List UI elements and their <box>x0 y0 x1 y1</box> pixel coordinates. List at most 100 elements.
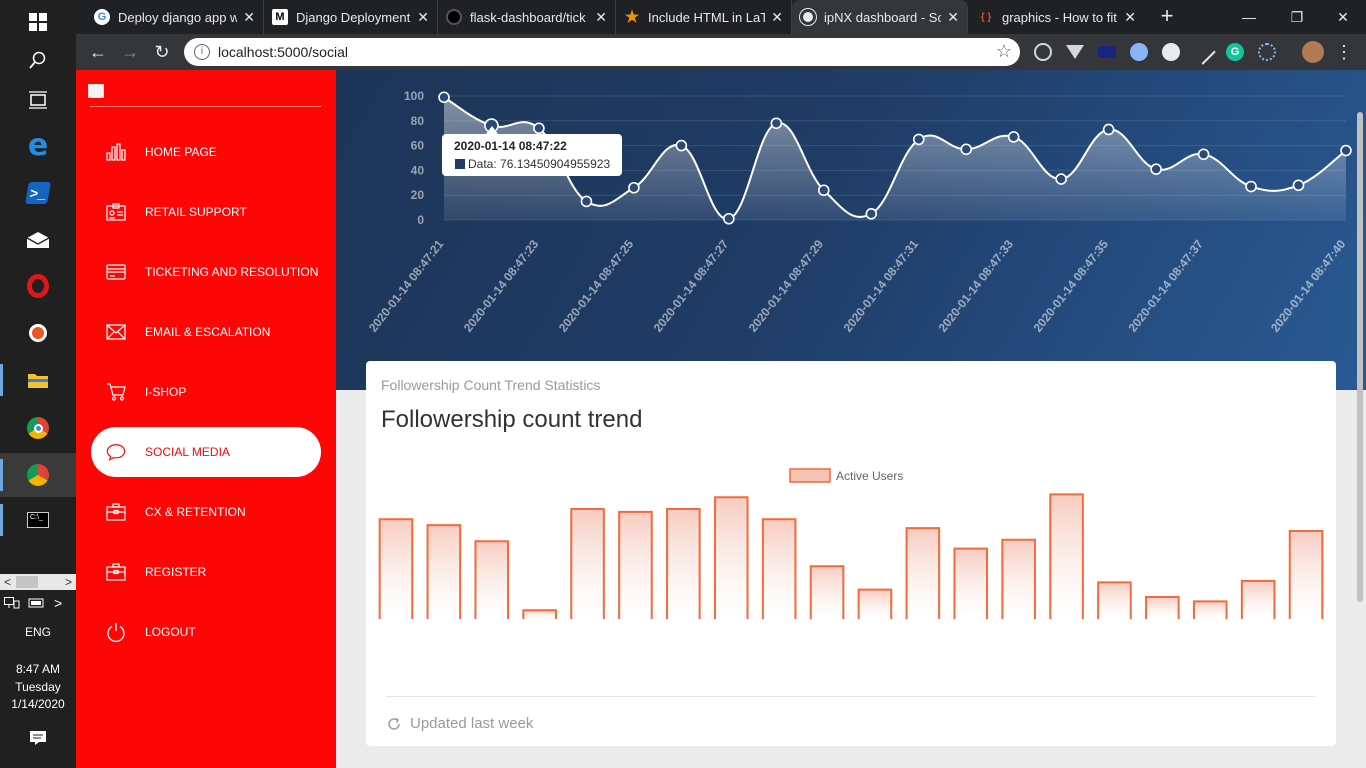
y-tick-label: 40 <box>411 163 425 177</box>
tab-title: graphics - How to fit <box>1002 9 1117 25</box>
close-icon[interactable]: ✕ <box>1124 9 1136 26</box>
bar <box>474 540 510 619</box>
chrome-menu-icon[interactable]: ⋮ <box>1332 40 1356 64</box>
network-icon[interactable] <box>4 597 20 609</box>
sidebar-item-social-media[interactable]: SOCIAL MEDIA <box>91 427 321 477</box>
extension-icon[interactable] <box>1162 43 1180 61</box>
close-icon[interactable]: ✕ <box>771 9 783 26</box>
extension-icon[interactable] <box>1098 46 1116 58</box>
data-point <box>1007 131 1020 143</box>
pen-extension-icon[interactable] <box>1190 39 1216 65</box>
edge-icon[interactable]: e <box>0 124 76 168</box>
logo-image-broken <box>88 84 104 98</box>
restore-button[interactable]: ❐ <box>1274 0 1320 34</box>
bar <box>1288 530 1324 619</box>
tray-expand-icon[interactable]: > <box>54 595 62 611</box>
file-explorer-icon[interactable] <box>0 358 76 402</box>
github-icon <box>446 9 462 25</box>
x-tick-label: 2020-01-14 08:47:33 <box>936 237 1017 335</box>
avatar[interactable] <box>1302 41 1324 63</box>
action-center-icon[interactable] <box>0 716 76 760</box>
sidebar-item-home-page[interactable]: HOME PAGE <box>91 127 321 177</box>
bar <box>666 508 701 619</box>
bar <box>1049 493 1084 619</box>
taskbar-scrollbar[interactable]: < > <box>0 574 76 590</box>
extension-icon[interactable] <box>1258 43 1276 61</box>
ubuntu-icon[interactable] <box>0 311 76 355</box>
address-bar[interactable]: i localhost:5000/social ☆ <box>184 38 1020 66</box>
y-tick-label: 80 <box>411 114 425 128</box>
x-tick-label: 2020-01-14 08:47:29 <box>746 237 827 335</box>
close-window-button[interactable]: ✕ <box>1320 0 1366 34</box>
data-point <box>580 195 593 208</box>
data-point <box>1055 173 1067 185</box>
browser-tab-active[interactable]: ipNX dashboard - So ✕ <box>792 0 968 34</box>
tab-title: Django Deployment ( <box>296 9 412 25</box>
address-bar-url[interactable]: localhost:5000/social <box>218 44 348 60</box>
reload-icon[interactable]: ↻ <box>150 40 174 64</box>
sidebar-item-register[interactable]: REGISTER <box>91 547 321 597</box>
task-view-icon[interactable] <box>0 78 76 122</box>
battery-icon[interactable] <box>28 597 46 609</box>
language-indicator[interactable]: ENG <box>0 625 76 639</box>
grammarly-icon[interactable]: G <box>1226 43 1244 61</box>
bookmark-star-icon[interactable]: ☆ <box>996 41 1012 62</box>
x-tick-label: 2020-01-14 08:47:35 <box>1031 237 1112 335</box>
card-footer: Updated last week <box>386 715 533 732</box>
forward-icon[interactable]: → <box>118 40 142 64</box>
close-icon[interactable]: ✕ <box>947 9 959 26</box>
medium-icon: M <box>272 9 288 25</box>
data-point <box>865 208 878 220</box>
system-tray: > <box>0 594 76 612</box>
browser-tab[interactable]: flask-dashboard/tick ✕ <box>438 0 616 34</box>
scroll-right-icon[interactable]: > <box>65 574 72 590</box>
site-info-icon[interactable]: i <box>194 44 210 60</box>
sidebar-item-cx-retention[interactable]: CX & RETENTION <box>91 487 321 537</box>
clock-day: Tuesday <box>15 680 61 694</box>
bar <box>953 547 989 619</box>
card-category: Followership Count Trend Statistics <box>381 377 601 393</box>
new-tab-button[interactable]: + <box>1154 4 1180 30</box>
globe-icon <box>800 9 816 25</box>
chat-extension-icon[interactable] <box>1130 43 1148 61</box>
bar-chart: Active Users <box>378 468 1324 619</box>
data-point <box>438 91 450 104</box>
close-icon[interactable]: ✕ <box>417 9 429 26</box>
bar <box>857 588 893 619</box>
terminal-icon[interactable]: C:\_ <box>0 498 76 542</box>
sidebar-item-logout[interactable]: LOGOUT <box>91 607 321 657</box>
bar <box>713 496 749 619</box>
minimize-button[interactable]: — <box>1226 0 1272 34</box>
sidebar-item-email-escalation[interactable]: EMAIL & ESCALATION <box>91 307 321 357</box>
browser-tab[interactable]: ★ Include HTML in LaTe ✕ <box>616 0 792 34</box>
mail-icon[interactable] <box>0 218 76 262</box>
bar <box>761 518 797 619</box>
bar <box>809 565 845 619</box>
close-icon[interactable]: ✕ <box>595 9 607 26</box>
followership-card: Followership Count Trend Statistics Foll… <box>366 361 1336 746</box>
browser-tab[interactable]: M Django Deployment ( ✕ <box>264 0 438 34</box>
y-tick-label: 100 <box>404 89 424 103</box>
chrome-icon[interactable] <box>0 406 76 450</box>
search-icon[interactable] <box>0 38 76 82</box>
browser-tab[interactable]: { } graphics - How to fit ✕ <box>970 0 1144 34</box>
sidebar-item-i-shop[interactable]: I-SHOP <box>91 367 321 417</box>
y-tick-label: 0 <box>417 213 424 227</box>
sidebar-item-label: SOCIAL MEDIA <box>145 445 230 459</box>
sidebar-item-retail-support[interactable]: RETAIL SUPPORT <box>91 187 321 237</box>
scroll-thumb[interactable] <box>16 576 38 588</box>
page-scrollbar[interactable] <box>1357 112 1363 602</box>
credit-card-icon <box>106 262 126 282</box>
close-icon[interactable]: ✕ <box>243 9 255 26</box>
powershell-icon[interactable]: >_ <box>0 171 76 215</box>
browser-tab[interactable]: G Deploy django app w ✕ <box>86 0 264 34</box>
vue-devtools-icon[interactable] <box>1066 45 1084 59</box>
sidebar-item-ticketing[interactable]: TICKETING AND RESOLUTION <box>91 247 321 297</box>
opera-icon[interactable] <box>0 264 76 308</box>
back-icon[interactable]: ← <box>86 40 110 64</box>
scroll-left-icon[interactable]: < <box>4 574 11 590</box>
react-devtools-icon[interactable] <box>1034 43 1052 61</box>
clock-time[interactable]: 8:47 AM <box>0 662 76 676</box>
data-point <box>770 117 783 130</box>
chrome-profile-icon[interactable] <box>0 453 76 497</box>
